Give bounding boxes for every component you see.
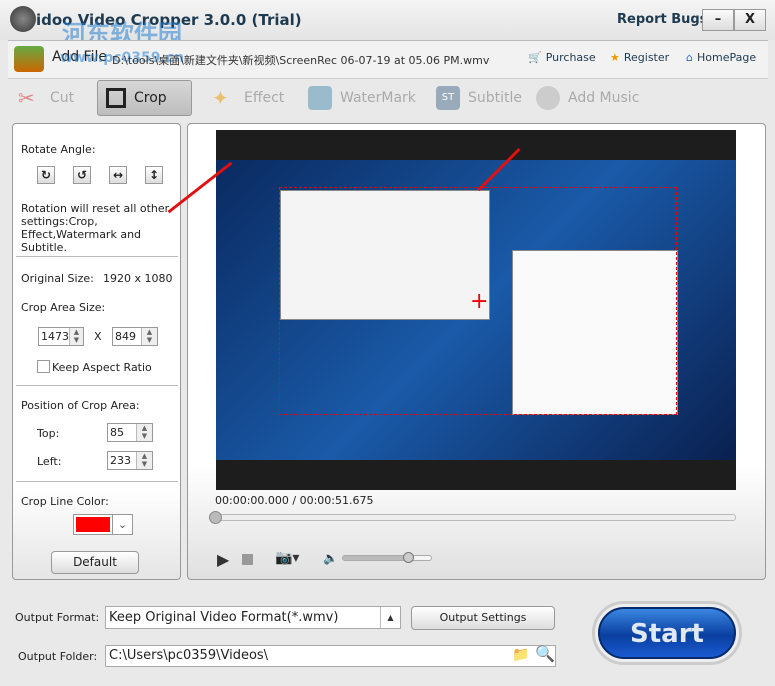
crop-icon [106,88,126,108]
output-format-select[interactable]: Keep Original Video Format(*.wmv) ▲ [105,606,401,629]
flip-vertical-button[interactable]: ↕ [145,166,163,184]
start-label: Start [598,607,736,659]
crop-line-color-label: Crop Line Color: [21,495,109,508]
size-separator: X [94,330,102,343]
original-size-label: Original Size: [21,272,94,285]
crop-settings-panel [12,123,181,580]
camera-icon[interactable]: 📷▾ [275,550,299,566]
rotate-angle-label: Rotate Angle: [21,143,96,156]
position-label: Position of Crop Area: [21,399,140,412]
stop-button[interactable] [242,554,253,565]
purchase-label: Purchase [545,51,596,64]
minimize-button[interactable]: – [702,9,734,31]
seek-bar[interactable] [216,514,736,521]
output-folder-input[interactable]: C:\Users\pc0359\Videos\ [105,645,556,667]
app-logo-icon [10,6,36,32]
homepage-label: HomePage [696,51,757,64]
register-link[interactable]: ★ Register [610,51,669,64]
purchase-link[interactable]: 🛒 Purchase [528,51,596,64]
disc-icon [536,86,560,110]
volume-icon[interactable]: 🔈 [323,551,338,565]
crop-center-crosshair[interactable]: + [470,291,488,313]
file-path: D:\tools\桌面\新建文件夹\新视频\ScreenRec 06-07-19… [112,54,490,67]
top-label: Top: [37,427,60,440]
add-file-icon[interactable] [14,46,44,72]
home-icon: ⌂ [686,51,693,64]
cart-icon: 🛒 [528,51,542,64]
subtitle-icon: ST [436,86,460,110]
rotate-right-button[interactable]: ↻ [37,166,55,184]
flip-horizontal-button[interactable]: ↔ [109,166,127,184]
time-display: 00:00:00.000 / 00:00:51.675 [215,494,374,507]
rotation-note: Rotation will reset all other settings:C… [21,202,170,254]
homepage-link[interactable]: ⌂ HomePage [686,51,756,64]
play-button[interactable]: ▶ [217,550,229,569]
report-bugs-link[interactable]: Report Bugs [617,12,707,27]
tab-subtitle[interactable]: ST Subtitle [428,80,530,116]
crop-line-color-picker[interactable]: ⌄ [73,514,133,535]
left-label: Left: [37,455,62,468]
tab-crop[interactable]: Crop [97,80,192,116]
rotate-left-button[interactable]: ↺ [73,166,91,184]
keep-aspect-label: Keep Aspect Ratio [52,361,152,374]
original-size-value: 1920 x 1080 [103,272,173,285]
crop-area-size-label: Crop Area Size: [21,301,106,314]
watermark-icon [308,86,332,110]
keep-aspect-checkbox[interactable] [37,360,50,373]
tab-effect[interactable]: ✦ Effect [204,80,292,116]
divider [16,256,178,257]
folder-icon[interactable]: 📁 [512,647,529,663]
left-stepper[interactable]: 233 ▲ ▼ [107,451,153,470]
video-preview: + [216,130,736,490]
output-folder-label: Output Folder: [18,650,98,663]
seek-handle[interactable] [209,511,222,524]
top-stepper[interactable]: 85 ▲ ▼ [107,423,153,442]
output-format-value: Keep Original Video Format(*.wmv) [109,610,339,625]
medal-icon: ★ [610,51,620,64]
divider [16,481,178,482]
color-swatch [76,517,110,532]
chevron-down-icon: ⌄ [112,515,132,534]
tab-add-music[interactable]: Add Music [528,80,647,116]
star-icon: ✦ [212,86,229,110]
volume-slider[interactable] [342,555,432,561]
output-format-label: Output Format: [15,611,100,624]
default-button[interactable]: Default [51,551,139,574]
volume-handle[interactable] [403,552,414,563]
close-button[interactable]: X [734,9,766,31]
output-settings-button[interactable]: Output Settings [411,606,555,630]
search-icon[interactable]: 🔍 [535,644,555,663]
divider [16,385,178,386]
register-label: Register [623,51,670,64]
tab-watermark[interactable]: WaterMark [300,80,424,116]
scissors-icon: ✂ [18,86,35,110]
crop-height-stepper[interactable]: 849 ▲ ▼ [112,327,158,346]
chevron-up-icon: ▲ [380,607,400,628]
start-button[interactable]: Start [592,601,742,665]
tab-cut[interactable]: ✂ Cut [10,80,82,116]
crop-width-stepper[interactable]: 1473 ▲ ▼ [38,327,84,346]
